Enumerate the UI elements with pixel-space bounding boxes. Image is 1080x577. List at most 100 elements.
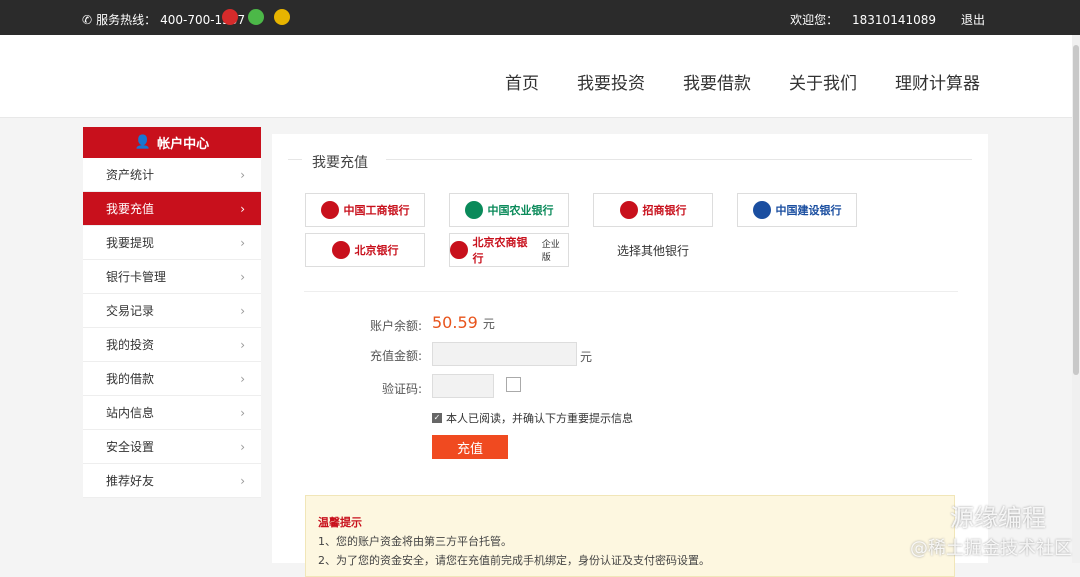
nav-borrow[interactable]: 我要借款: [683, 69, 751, 94]
sidebar-item-label: 银行卡管理: [106, 270, 167, 284]
bank-logo-icon: [331, 241, 350, 259]
sidebar-item-label: 我要提现: [106, 236, 155, 250]
bank-name: 北京银行: [354, 244, 399, 257]
sidebar-item[interactable]: 我的借款 ›: [83, 362, 261, 396]
sidebar-list: 资产统计 › 我要充值 › 我要提现 › 银行卡管理 › 交易记录 › 我的投资 › 我的借款 › 站内信息…: [83, 158, 261, 498]
captcha-label: 验证码:: [381, 382, 422, 396]
sidebar-item[interactable]: 安全设置 ›: [83, 430, 261, 464]
hotline-label: 服务热线：: [96, 13, 157, 27]
bank-logo-icon: [464, 201, 483, 219]
welcome-label: 欢迎您：: [790, 13, 839, 27]
sidebar-item-label: 我要充值: [106, 202, 155, 216]
hotline: ✆ 服务热线： 400-700-1307: [82, 11, 245, 28]
agree-checkbox[interactable]: ✓ 本人已阅读，并确认下方重要提示信息: [432, 410, 633, 426]
tips-box: 温馨提示 1、您的账户资金将由第三方平台托管。 2、为了您的资金安全，请您在充值…: [305, 495, 955, 577]
main-nav: 首页 我要投资 我要借款 关于我们 理财计算器: [505, 69, 980, 94]
tips-line-1: 1、您的账户资金将由第三方平台托管。: [318, 535, 512, 548]
scroll-thumb[interactable]: [1073, 45, 1079, 375]
sidebar-header: 👤 帐户中心: [83, 127, 261, 158]
bank-option[interactable]: 北京银行: [305, 233, 425, 267]
sidebar-title: 帐户中心: [157, 137, 210, 152]
sidebar-item-label: 我的借款: [106, 372, 155, 386]
main-content: 我要充值 中国工商银行 中国农业银行 招商银行 中国建设银行北京银行 北京农商银行 企业版…: [272, 134, 988, 577]
balance-amount: 50.59: [432, 313, 478, 332]
sidebar-item-label: 推荐好友: [106, 474, 155, 488]
social-links: [222, 9, 290, 25]
tips-line-2: 2、为了您的资金安全，请您在充值前完成手机绑定，身份认证及支付密码设置。: [318, 554, 710, 567]
captcha-input[interactable]: [432, 374, 494, 398]
sidebar-item[interactable]: 资产统计 ›: [83, 158, 261, 192]
sidebar-item-label: 站内信息: [106, 406, 155, 420]
bank-name: 中国建设银行: [775, 204, 842, 217]
chevron-right-icon: ›: [240, 269, 245, 284]
bank-logo-icon: [450, 241, 468, 259]
nav-calculator[interactable]: 理财计算器: [895, 69, 980, 94]
sidebar-item-label: 资产统计: [106, 168, 155, 182]
sidebar-item-label: 安全设置: [106, 440, 155, 454]
balance-unit: 元: [482, 317, 495, 331]
bank-name: 中国工商银行: [343, 204, 410, 217]
sidebar-item[interactable]: 推荐好友 ›: [83, 464, 261, 498]
chevron-right-icon: ›: [240, 303, 245, 318]
bank-option[interactable]: 招商银行: [593, 193, 713, 227]
amount-input[interactable]: [432, 342, 577, 366]
bank-logo-icon: [320, 201, 339, 219]
bank-option[interactable]: 中国工商银行: [305, 193, 425, 227]
user-icon: 👤: [134, 135, 152, 150]
nav-about[interactable]: 关于我们: [789, 69, 857, 94]
amount-unit: 元: [580, 350, 593, 364]
chevron-right-icon: ›: [240, 439, 245, 454]
amount-label: 充值金额:: [369, 349, 422, 363]
bank-name: 北京农商银行: [472, 236, 528, 265]
weibo-icon[interactable]: [222, 9, 238, 25]
top-bar: ✆ 服务热线： 400-700-1307 欢迎您： 18310141089 退出: [0, 0, 1080, 35]
sidebar-item[interactable]: 我要提现 ›: [83, 226, 261, 260]
watermark-sub: @稀土掘金技术社区: [910, 538, 1072, 559]
sidebar-item[interactable]: 站内信息 ›: [83, 396, 261, 430]
sidebar-item[interactable]: 我的投资 ›: [83, 328, 261, 362]
chevron-right-icon: ›: [240, 201, 245, 216]
phone-icon: ✆: [82, 12, 93, 27]
wechat-icon[interactable]: [248, 9, 264, 25]
title-divider: [288, 159, 972, 160]
chevron-right-icon: ›: [240, 473, 245, 488]
nav-home[interactable]: 首页: [505, 69, 539, 94]
other-bank-link[interactable]: 选择其他银行: [617, 242, 689, 259]
chevron-right-icon: ›: [240, 337, 245, 352]
page-title: 我要充值: [312, 155, 368, 171]
nav-invest[interactable]: 我要投资: [577, 69, 645, 94]
bank-name: 中国农业银行: [487, 204, 554, 217]
page-scrollbar[interactable]: [1072, 35, 1080, 563]
recharge-button[interactable]: 充值: [432, 435, 508, 459]
balance-label: 账户余额:: [369, 319, 422, 333]
checkbox-icon[interactable]: ✓: [432, 413, 442, 423]
chevron-right-icon: ›: [240, 167, 245, 182]
divider: [304, 291, 958, 292]
bank-logo-icon: [752, 201, 771, 219]
username: 18310141089: [852, 13, 936, 27]
sidebar-item[interactable]: 银行卡管理 ›: [83, 260, 261, 294]
watermark: 源缘编程: [950, 504, 1046, 532]
captcha-image[interactable]: [506, 377, 521, 392]
sidebar-item-label: 交易记录: [106, 304, 155, 318]
account-sidebar: 👤 帐户中心 资产统计 › 我要充值 › 我要提现 › 银行卡管理 › 交易记录 › 我的投资 › 我的…: [83, 127, 261, 498]
bank-option[interactable]: 中国建设银行: [737, 193, 857, 227]
site-header: 首页 我要投资 我要借款 关于我们 理财计算器: [0, 35, 1080, 118]
qq-icon[interactable]: [274, 9, 290, 25]
sidebar-item[interactable]: 我要充值 ›: [83, 192, 261, 226]
chevron-right-icon: ›: [240, 235, 245, 250]
sidebar-item-label: 我的投资: [106, 338, 155, 352]
sidebar-item[interactable]: 交易记录 ›: [83, 294, 261, 328]
bank-logo-icon: [619, 201, 638, 219]
bank-option[interactable]: 北京农商银行 企业版: [449, 233, 569, 267]
bank-sub: 企业版: [541, 240, 560, 263]
balance-value: 50.59 元: [432, 313, 495, 332]
user-info: 欢迎您： 18310141089: [790, 11, 936, 28]
agree-text: 本人已阅读，并确认下方重要提示信息: [446, 412, 633, 425]
chevron-right-icon: ›: [240, 405, 245, 420]
logout-link[interactable]: 退出: [961, 11, 985, 28]
bank-name: 招商银行: [642, 204, 687, 217]
bank-option[interactable]: 中国农业银行: [449, 193, 569, 227]
tips-title: 温馨提示: [318, 516, 362, 529]
chevron-right-icon: ›: [240, 371, 245, 386]
